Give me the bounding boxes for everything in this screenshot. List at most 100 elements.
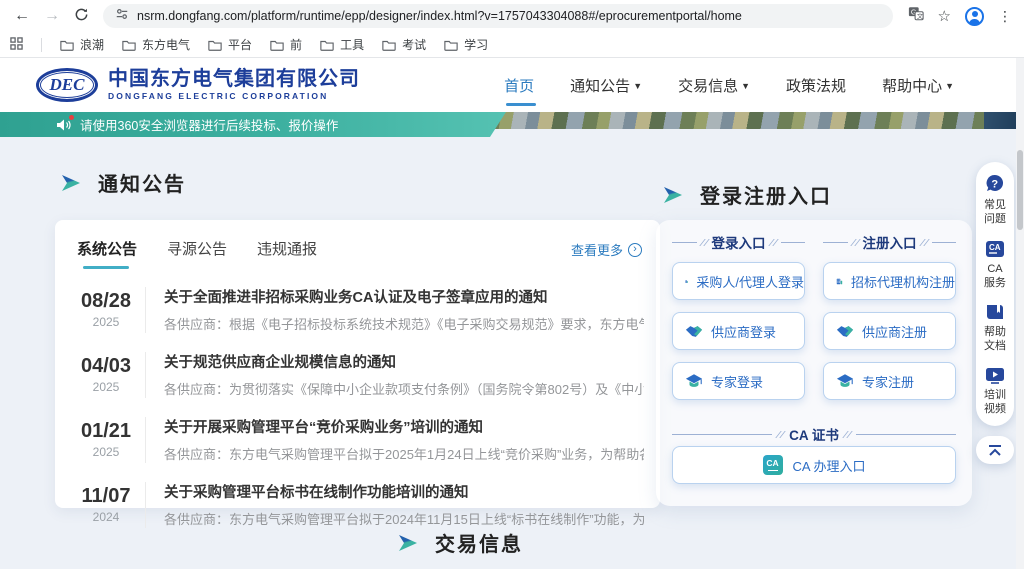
svg-text:CA: CA (989, 243, 1001, 252)
notice-date: 04/03 2025 (67, 355, 145, 394)
notification-dot (69, 115, 74, 120)
back-icon[interactable]: ← (14, 8, 30, 24)
notice-title[interactable]: 关于采购管理平台标书在线制作功能培训的通知 (164, 481, 644, 502)
trade-section: 交易信息 (0, 528, 920, 557)
training-videos-item[interactable]: 培训视频 (983, 367, 1007, 417)
url-bar[interactable]: nsrm.dongfang.com/platform/runtime/epp/d… (103, 4, 893, 28)
bidding-agency-register-button[interactable]: 招标代理机构注册 (823, 262, 956, 300)
notice-title[interactable]: 关于规范供应商企业规模信息的通知 (164, 351, 644, 372)
dec-logo-icon: DEC (36, 68, 98, 102)
handshake-icon (685, 324, 703, 339)
notice-desc: 各供应商：东方电气采购管理平台拟于2025年1月24日上线“竞价采购”业务，为帮… (164, 444, 644, 463)
chevron-down-icon: ▼ (741, 81, 750, 91)
book-icon (985, 303, 1005, 321)
ca-service-item[interactable]: CA CA服务 (983, 240, 1007, 291)
bookmark-folder[interactable]: 考试 (382, 36, 426, 53)
company-logo[interactable]: DEC 中国东方电气集团有限公司 DONGFANG ELECTRIC CORPO… (36, 68, 360, 102)
refresh-icon[interactable] (74, 7, 89, 26)
portal-headers: 登录入口 注册入口 (672, 232, 956, 252)
url-text: nsrm.dongfang.com/platform/runtime/epp/d… (137, 9, 742, 23)
divider (41, 38, 42, 52)
translate-icon[interactable]: G文 (908, 6, 924, 26)
expert-login-button[interactable]: 专家登录 (672, 362, 805, 400)
profile-avatar-icon[interactable] (965, 7, 984, 26)
menu-kebab-icon[interactable]: ⋮ (998, 8, 1012, 25)
faq-item[interactable]: ? 常见问题 (983, 174, 1007, 227)
main-nav: 首页 通知公告▼ 交易信息▼ 政策法规 帮助中心▼ (504, 69, 954, 102)
view-more-link[interactable]: 查看更多 › (571, 240, 642, 259)
notices-section-title: 通知公告 (60, 168, 186, 197)
browser-toolbar: ← → nsrm.dongfang.com/platform/runtime/e… (0, 0, 1024, 32)
expert-register-button[interactable]: 专家注册 (823, 362, 956, 400)
svg-text:?: ? (991, 179, 998, 191)
nav-home[interactable]: 首页 (504, 69, 534, 102)
portal-section-title: 登录注册入口 (662, 180, 832, 209)
notices-tabs: 系统公告 寻源公告 违规通报 (55, 220, 660, 269)
scrollbar-track[interactable] (1016, 58, 1024, 569)
grad-cap-icon (836, 373, 854, 389)
bookmark-folder[interactable]: 学习 (444, 36, 488, 53)
ca-apply-button[interactable]: CA CA 办理入口 (672, 446, 956, 484)
bookmark-star-icon[interactable]: ☆ (938, 7, 951, 25)
notice-desc: 各供应商：根据《电子招标投标系统技术规范》《电子采购交易规范》要求，东方电气采购… (164, 314, 644, 333)
nav-help-center[interactable]: 帮助中心▼ (882, 69, 954, 102)
building-icon (685, 273, 688, 290)
site-header: DEC 中国东方电气集团有限公司 DONGFANG ELECTRIC CORPO… (0, 58, 1024, 112)
building-icon (836, 273, 843, 290)
notice-list: 08/28 2025 关于全面推进非招标采购业务CA认证及电子签章应用的通知 各… (55, 277, 660, 537)
grad-cap-icon (685, 373, 703, 389)
tab-sourcing-notices[interactable]: 寻源公告 (167, 238, 227, 269)
supplier-register-button[interactable]: 供应商注册 (823, 312, 956, 350)
nav-notices[interactable]: 通知公告▼ (570, 69, 642, 102)
tab-violation-reports[interactable]: 违规通报 (257, 238, 317, 269)
forward-icon[interactable]: → (44, 8, 60, 24)
notice-row[interactable]: 01/21 2025 关于开展采购管理平台“竞价采购业务”培训的通知 各供应商：… (55, 407, 660, 472)
site-settings-icon[interactable] (115, 7, 129, 26)
video-play-icon (985, 367, 1005, 384)
bookmark-folder[interactable]: 前 (270, 36, 302, 53)
notice-row[interactable]: 08/28 2025 关于全面推进非招标采购业务CA认证及电子签章应用的通知 各… (55, 277, 660, 342)
scrollbar-thumb[interactable] (1017, 150, 1023, 230)
floating-sidebar: ? 常见问题 CA CA服务 帮助文档 培训视频 (976, 162, 1014, 426)
handshake-icon (836, 324, 854, 339)
section-title-text: 登录注册入口 (700, 180, 832, 209)
buyer-agent-login-button[interactable]: 采购人/代理人登录 (672, 262, 805, 300)
arrow-icon (397, 533, 421, 553)
help-docs-item[interactable]: 帮助文档 (983, 303, 1007, 354)
arrow-icon (662, 185, 686, 205)
ca-card-icon: CA (985, 240, 1005, 258)
notice-date: 11/07 2024 (67, 485, 145, 524)
chevron-down-icon: ▼ (945, 81, 954, 91)
question-icon: ? (985, 174, 1005, 194)
bookmark-folder[interactable]: 浪潮 (60, 36, 104, 53)
arrow-right-circle-icon: › (628, 243, 642, 257)
notice-title[interactable]: 关于开展采购管理平台“竞价采购业务”培训的通知 (164, 416, 644, 437)
bookmarks-bar: 浪潮 东方电气 平台 前 工具 考试 学习 (0, 32, 1024, 58)
portal-button-grid: 采购人/代理人登录 招标代理机构注册 供应商登录 供应商注册 专家登录 专家注册 (672, 262, 956, 400)
apps-grid-icon[interactable] (10, 37, 23, 53)
notice-date: 08/28 2025 (67, 290, 145, 329)
arrow-icon (60, 173, 84, 193)
back-to-top-button[interactable] (976, 436, 1014, 464)
notice-desc: 各供应商：东方电气采购管理平台拟于2024年11月15日上线“标书在线制作”功能… (164, 509, 644, 528)
bookmark-folder[interactable]: 平台 (208, 36, 252, 53)
tab-system-notices[interactable]: 系统公告 (77, 238, 137, 269)
section-title-text: 交易信息 (435, 528, 523, 557)
ca-badge-icon: CA (763, 455, 783, 475)
supplier-login-button[interactable]: 供应商登录 (672, 312, 805, 350)
notice-title[interactable]: 关于全面推进非招标采购业务CA认证及电子签章应用的通知 (164, 286, 644, 307)
nav-trade-info[interactable]: 交易信息▼ (678, 69, 750, 102)
section-title-text: 通知公告 (98, 168, 186, 197)
to-top-icon (987, 444, 1003, 457)
content: 通知公告 系统公告 寻源公告 违规通报 查看更多 › 08/28 2025 (0, 128, 1024, 569)
bookmark-folder[interactable]: 工具 (320, 36, 364, 53)
notice-date: 01/21 2025 (67, 420, 145, 459)
ca-header: CA 证书 (672, 424, 956, 444)
chevron-down-icon: ▼ (633, 81, 642, 91)
notice-row[interactable]: 04/03 2025 关于规范供应商企业规模信息的通知 各供应商：为贯彻落实《保… (55, 342, 660, 407)
notices-card: 系统公告 寻源公告 违规通报 查看更多 › 08/28 2025 关于全面推进非… (55, 220, 660, 508)
notice-desc: 各供应商：为贯彻落实《保障中小企业款项支付条例》（国务院令第802号）及《中小企… (164, 379, 644, 398)
login-header: 登录入口 (672, 232, 805, 252)
nav-policies[interactable]: 政策法规 (786, 69, 846, 102)
bookmark-folder[interactable]: 东方电气 (122, 36, 190, 53)
